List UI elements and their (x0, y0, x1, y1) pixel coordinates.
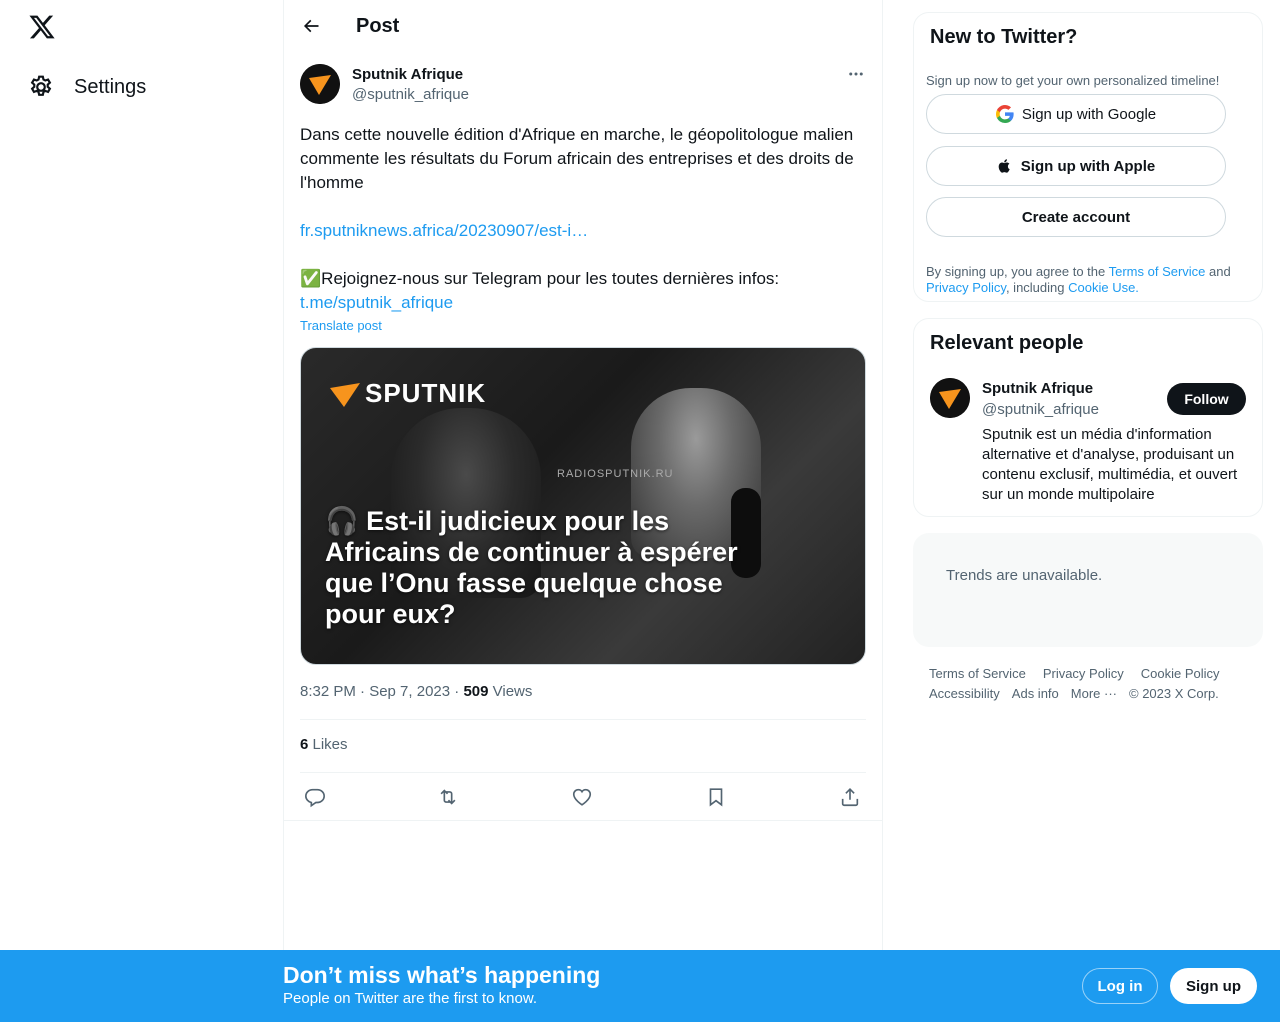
signup-card-subtitle: Sign up now to get your own personalized… (926, 73, 1220, 88)
left-nav: Settings (0, 0, 283, 1022)
x-logo-icon[interactable] (28, 13, 56, 41)
login-button[interactable]: Log in (1082, 968, 1158, 1004)
tweet-media-image[interactable]: SPUTNIK RADIOSPUTNIK.RU 🎧 Est-il judicie… (300, 347, 866, 665)
share-button[interactable] (837, 784, 863, 810)
signup-apple-button[interactable]: Sign up with Apple (926, 146, 1226, 186)
relevant-person-handle[interactable]: @sputnik_afrique (982, 401, 1099, 418)
tweet-meta: 8:32 PM · Sep 7, 2023 · 509 Views (300, 683, 532, 700)
views-count: 509 (463, 683, 489, 700)
nav-settings[interactable]: Settings (16, 64, 158, 110)
back-button[interactable] (298, 13, 324, 39)
tweet-text-telegram: ✅Rejoignez-nous sur Telegram pour les to… (300, 269, 780, 288)
signup-google-label: Sign up with Google (1021, 105, 1157, 123)
media-caption: 🎧 Est-il judicieux pour les Africains de… (325, 506, 738, 629)
bookmark-icon (709, 788, 723, 807)
footer-link[interactable]: Terms of Service (929, 664, 1026, 684)
media-logo-text: SPUTNIK (365, 378, 487, 408)
arrow-left-icon (303, 19, 319, 33)
footer-link[interactable]: Ads info (1012, 684, 1059, 704)
reply-icon (305, 788, 325, 808)
signup-banner: Don’t miss what’s happening People on Tw… (0, 950, 1280, 1022)
likes-stat[interactable]: 6 Likes (300, 736, 348, 753)
create-account-button[interactable]: Create account (926, 197, 1226, 237)
reply-button[interactable] (302, 784, 328, 810)
repost-button[interactable] (435, 784, 461, 810)
translate-post-link[interactable]: Translate post (300, 318, 382, 333)
signup-apple-label: Sign up with Apple (1020, 157, 1156, 175)
signup-button[interactable]: Sign up (1170, 968, 1257, 1004)
footer-links: Terms of Service Privacy Policy Cookie Pol… (929, 664, 1259, 704)
follow-button[interactable]: Follow (1167, 383, 1246, 415)
footer-link[interactable]: More ··· (1071, 684, 1117, 704)
cookie-link[interactable]: Cookie Use. (1068, 280, 1139, 295)
main-column: Post Sputnik Afrique @sputnik_afrique Da… (283, 0, 883, 1022)
tweet-text-body: Dans cette nouvelle édition d'Afrique en… (300, 125, 854, 192)
likes-label: Likes (308, 736, 348, 753)
author-avatar[interactable] (300, 64, 340, 104)
footer-link[interactable]: Privacy Policy (1043, 664, 1124, 684)
apple-icon (997, 157, 1013, 175)
relevant-people-card: Relevant people Sputnik Afrique @sputnik… (913, 318, 1263, 517)
signup-card: New to Twitter? Sign up now to get your … (913, 12, 1263, 302)
relevant-person-avatar[interactable] (930, 378, 970, 418)
footer-link[interactable]: © 2023 X Corp. (1129, 684, 1219, 704)
tweet-actions (300, 784, 870, 810)
signup-google-button[interactable]: Sign up with Google (926, 94, 1226, 134)
banner-subtitle: People on Twitter are the first to know. (283, 990, 538, 1007)
more-options-button[interactable] (844, 64, 868, 84)
tweet-text: Dans cette nouvelle édition d'Afrique en… (300, 123, 870, 315)
media-radio-text: RADIOSPUTNIK.RU (557, 468, 674, 480)
nav-settings-label: Settings (74, 75, 147, 98)
media-sputnik-logo: SPUTNIK (329, 378, 486, 409)
views-label: Views (488, 683, 533, 700)
signup-legal-text: By signing up, you agree to the Terms of… (926, 264, 1231, 295)
heart-icon (572, 788, 592, 806)
relevant-person-bio: Sputnik est un média d'information alter… (982, 426, 1238, 503)
repost-icon (440, 789, 456, 805)
relevant-people-title: Relevant people (930, 332, 1084, 354)
tweet-timestamp[interactable]: 8:32 PM · Sep 7, 2023 · (300, 683, 463, 700)
divider (284, 820, 882, 821)
bookmark-button[interactable] (703, 784, 729, 810)
footer-link[interactable]: Accessibility (929, 684, 1000, 704)
author-handle[interactable]: @sputnik_afrique (352, 86, 469, 103)
gear-icon (30, 75, 52, 96)
trends-panel: Trends are unavailable. (913, 533, 1263, 647)
like-button[interactable] (569, 784, 595, 810)
page-title: Post (356, 15, 400, 37)
relevant-person-name[interactable]: Sputnik Afrique (982, 380, 1093, 397)
google-icon (995, 105, 1014, 123)
divider (300, 772, 866, 773)
more-dots-icon (849, 72, 863, 76)
trends-unavailable-text: Trends are unavailable. (946, 567, 1103, 584)
author-name[interactable]: Sputnik Afrique (352, 66, 463, 83)
tweet-link-article[interactable]: fr.sputniknews.africa/20230907/est-i… (300, 221, 588, 240)
divider (300, 719, 866, 720)
banner-title: Don’t miss what’s happening (283, 962, 601, 988)
signup-card-title: New to Twitter? (930, 26, 1078, 48)
privacy-link[interactable]: Privacy Policy (926, 280, 1006, 295)
footer-link[interactable]: Cookie Policy (1141, 664, 1220, 684)
tweet-author: Sputnik Afrique @sputnik_afrique (300, 64, 868, 108)
share-icon (841, 788, 859, 807)
tweet-link-telegram[interactable]: t.me/sputnik_afrique (300, 293, 453, 312)
terms-link[interactable]: Terms of Service (1109, 264, 1206, 279)
